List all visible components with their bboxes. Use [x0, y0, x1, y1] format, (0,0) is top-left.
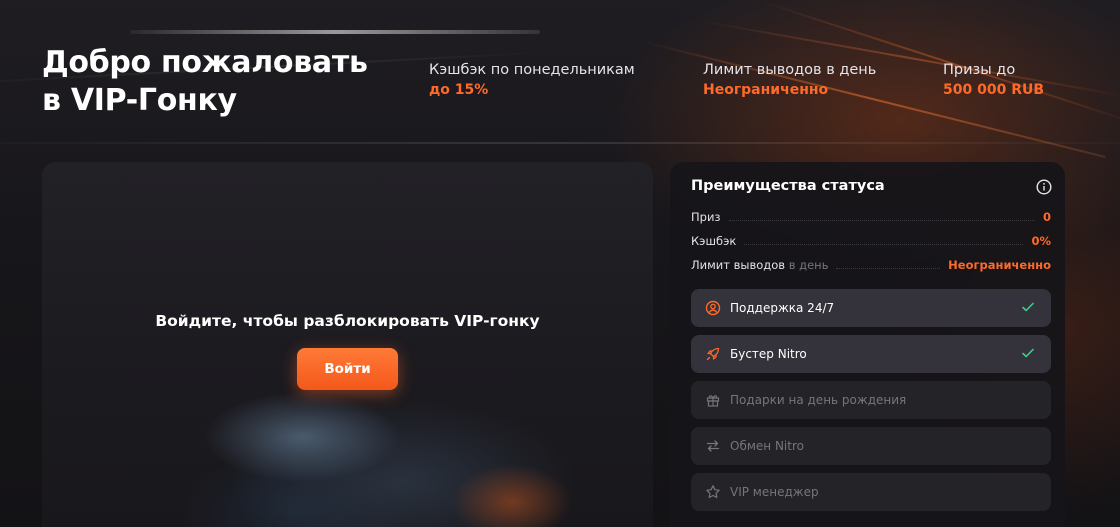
row-label: Приз [691, 210, 721, 224]
row-label-main: Лимит выводов [691, 258, 786, 272]
perk-nitro-exchange[interactable]: Обмен Nitro [691, 427, 1051, 465]
perk-label: VIP менеджер [730, 485, 819, 499]
row-label: Лимит выводов в день [691, 258, 828, 272]
status-row-withdraw-limit: Лимит выводов в день Неограниченно [691, 257, 1051, 273]
star-icon [705, 484, 721, 500]
stat-value: 500 000 RUB [943, 82, 1045, 98]
light-streak [639, 40, 1106, 159]
stat-withdraw-limit: Лимит выводов в день Неограниченно [703, 62, 876, 98]
stat-value: до 15% [429, 82, 489, 98]
locked-vip-panel: Войдите, чтобы разблокировать VIP-гонку … [42, 162, 653, 527]
stat-cashback: Кэшбэк по понедельникам до 15% [429, 62, 635, 98]
support-icon [705, 300, 721, 316]
perk-label: Обмен Nitro [730, 439, 804, 453]
page-title-line2: в VIP-Гонку [42, 83, 237, 118]
perk-support[interactable]: Поддержка 24/7 [691, 289, 1051, 327]
row-label: Кэшбэк [691, 234, 737, 248]
info-icon[interactable] [1036, 179, 1052, 195]
login-button[interactable]: Войти [297, 348, 398, 390]
stat-prizes: Призы до 500 000 RUB [943, 62, 1044, 98]
stat-label: Лимит выводов в день [703, 62, 877, 78]
ceiling-light [130, 30, 540, 34]
perk-nitro-booster[interactable]: Бустер Nitro [691, 335, 1051, 373]
page-title: Добро пожаловать в VIP-Гонку [42, 44, 368, 120]
perk-vip-manager[interactable]: VIP менеджер [691, 473, 1051, 511]
perk-label: Поддержка 24/7 [730, 301, 835, 315]
page-title-line1: Добро пожаловать [42, 45, 368, 80]
row-label-muted: в день [788, 258, 829, 272]
stat-label: Кэшбэк по понедельникам [429, 62, 635, 78]
rocket-icon [705, 346, 721, 362]
row-value: Неограниченно [948, 258, 1051, 272]
row-leader-dots [728, 219, 1035, 221]
status-row-cashback: Кэшбэк 0% [691, 233, 1051, 249]
status-row-prize: Приз 0 [691, 209, 1051, 225]
row-value: 0% [1031, 234, 1051, 248]
row-leader-dots [836, 267, 941, 269]
perk-label: Подарки на день рождения [730, 393, 907, 407]
perk-birthday-gifts[interactable]: Подарки на день рождения [691, 381, 1051, 419]
row-value: 0 [1042, 210, 1051, 224]
locked-message: Войдите, чтобы разблокировать VIP-гонку [155, 312, 540, 330]
stat-value: Неограниченно [703, 82, 829, 98]
check-icon [1022, 302, 1034, 312]
row-leader-dots [744, 243, 1024, 245]
gift-icon [705, 392, 721, 408]
status-benefits-panel: Преимущества статуса Приз 0 Кэшбэк 0% Ли… [670, 162, 1065, 527]
header-divider [0, 142, 1120, 144]
perk-label: Бустер Nitro [730, 347, 807, 361]
stat-label: Призы до [943, 62, 1016, 78]
status-benefits-title: Преимущества статуса [691, 178, 885, 194]
check-icon [1022, 348, 1034, 358]
exchange-icon [705, 438, 721, 454]
